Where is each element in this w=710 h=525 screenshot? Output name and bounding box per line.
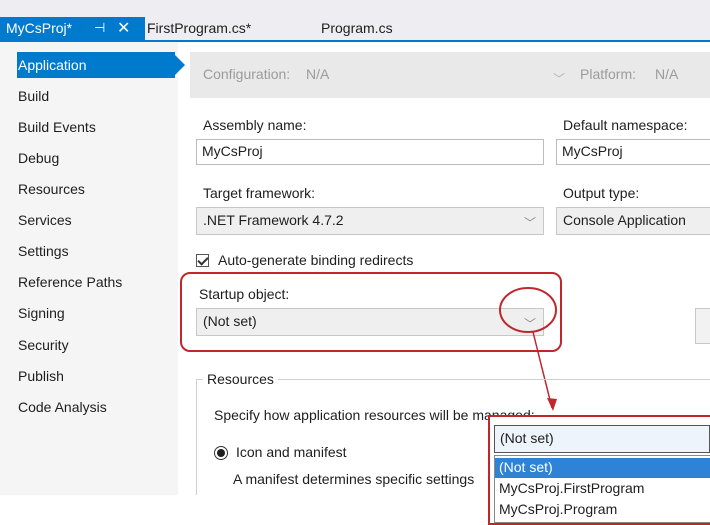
startup-object-popup: (Not set) (Not set) MyCsProj.FirstProgra… — [488, 415, 710, 525]
popup-selected-field[interactable]: (Not set) — [494, 425, 710, 453]
popup-option-not-set[interactable]: (Not set) — [495, 458, 710, 478]
icon-manifest-description: A manifest determines specific settings — [233, 471, 475, 487]
icon-manifest-label: Icon and manifest — [236, 444, 347, 460]
chevron-highlight-circle — [499, 287, 557, 333]
popup-options-list: (Not set) MyCsProj.FirstProgram MyCsProj… — [494, 455, 710, 523]
resources-description: Specify how application resources will b… — [214, 407, 535, 423]
popup-option-firstprogram[interactable]: MyCsProj.FirstProgram — [495, 479, 710, 499]
icon-manifest-radio[interactable] — [214, 446, 228, 460]
popup-option-program[interactable]: MyCsProj.Program — [495, 500, 710, 520]
resources-group-label: Resources — [203, 371, 278, 387]
bottom-cutoff — [0, 495, 488, 525]
